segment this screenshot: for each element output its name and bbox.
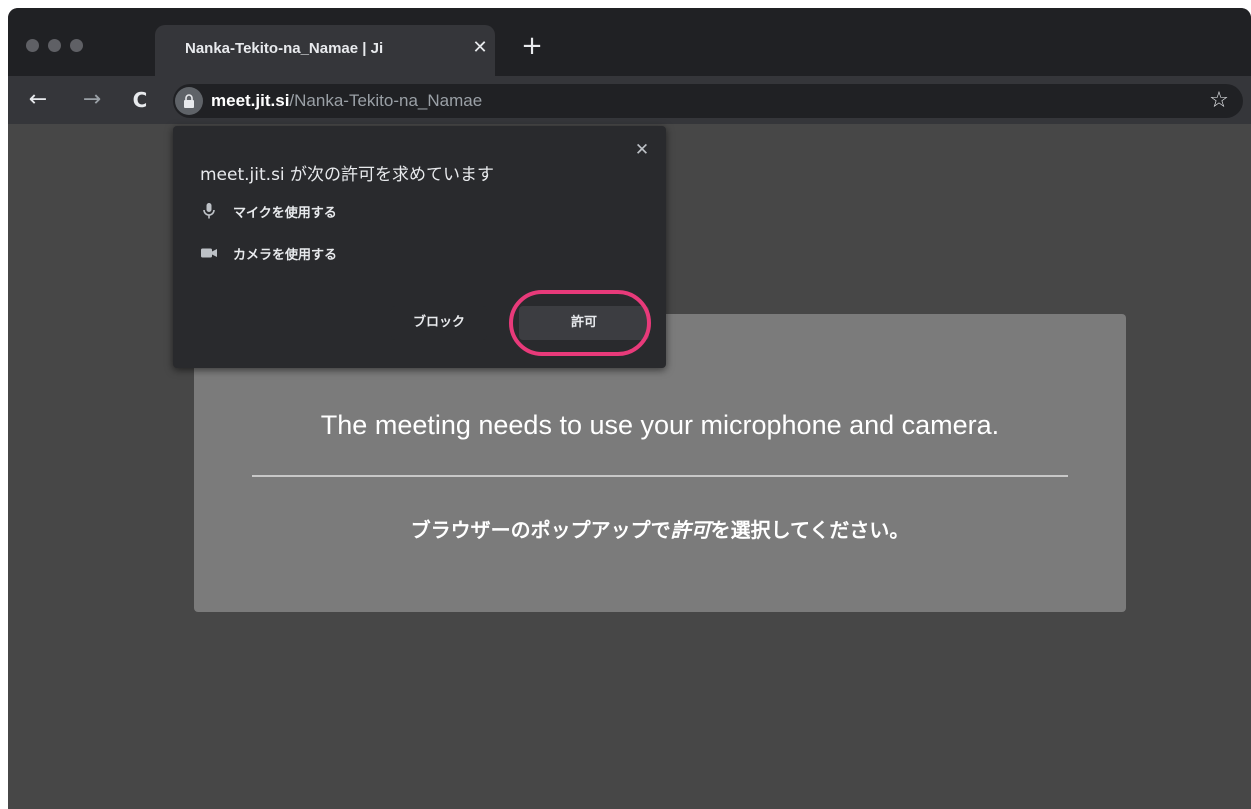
camera-icon	[201, 248, 217, 258]
bookmark-star-icon[interactable]: ☆	[1207, 89, 1231, 113]
back-arrow-icon[interactable]: ←	[26, 88, 50, 112]
tab-close-icon[interactable]: ✕	[471, 39, 489, 57]
url-text[interactable]: meet.jit.si/Nanka-Tekito-na_Namae	[211, 91, 482, 111]
lock-icon	[184, 94, 194, 108]
notice-headline: The meeting needs to use your microphone…	[320, 410, 1000, 440]
forward-arrow-icon[interactable]: →	[80, 88, 104, 112]
popup-title: meet.jit.si が次の許可を求めています	[200, 165, 495, 185]
permission-label-camera: カメラを使用する	[233, 248, 338, 263]
instruction-emphasis: 許可	[670, 518, 711, 542]
microphone-icon	[203, 203, 215, 219]
instruction-text-after: を選択してください。	[710, 518, 910, 542]
reload-icon[interactable]: C	[128, 88, 152, 112]
popup-close-icon[interactable]: ✕	[632, 140, 652, 160]
close-window-button[interactable]	[26, 39, 39, 52]
block-button[interactable]: ブロック	[391, 306, 487, 340]
notice-divider	[252, 475, 1068, 477]
url-host: meet.jit.si	[211, 91, 290, 110]
tab-active[interactable]: Nanka-Tekito-na_Namae | Ji ✕	[155, 25, 495, 76]
tab-strip: Nanka-Tekito-na_Namae | Ji ✕ +	[8, 8, 1251, 76]
site-info-button[interactable]	[175, 87, 203, 115]
notice-instruction: ブラウザーのポップアップで許可を選択してください。	[194, 514, 1126, 543]
tab-title: Nanka-Tekito-na_Namae | Ji	[185, 40, 384, 57]
url-path: /Nanka-Tekito-na_Namae	[289, 91, 483, 110]
new-tab-button[interactable]: +	[521, 33, 543, 59]
permission-label-microphone: マイクを使用する	[233, 206, 337, 221]
permission-popup: ✕ meet.jit.si が次の許可を求めています マイクを使用する カメラを…	[173, 126, 666, 368]
address-bar[interactable]: meet.jit.si/Nanka-Tekito-na_Namae ☆	[173, 84, 1243, 118]
browser-window: Nanka-Tekito-na_Namae | Ji ✕ + ← → C mee…	[8, 8, 1251, 809]
instruction-text-before: ブラウザーのポップアップで	[410, 518, 671, 542]
browser-toolbar: ← → C meet.jit.si/Nanka-Tekito-na_Namae …	[8, 76, 1251, 124]
maximize-window-button[interactable]	[70, 39, 83, 52]
minimize-window-button[interactable]	[48, 39, 61, 52]
allow-button[interactable]: 許可	[519, 306, 649, 340]
